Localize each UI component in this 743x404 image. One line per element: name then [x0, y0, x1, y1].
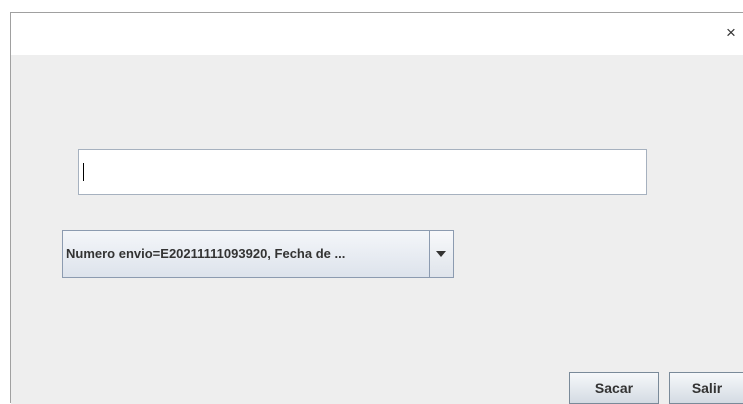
combo-selected-value: Numero envio=E20211111093920, Fecha de .…	[66, 246, 346, 261]
shipment-combo-box[interactable]: Numero envio=E20211111093920, Fecha de .…	[62, 230, 454, 278]
dialog-content: Numero envio=E20211111093920, Fecha de .…	[11, 55, 743, 404]
salir-button[interactable]: Salir	[669, 372, 743, 404]
text-input-field[interactable]	[78, 149, 647, 195]
title-bar: ×	[11, 13, 743, 55]
dialog-window: × Numero envio=E20211111093920, Fecha de…	[10, 12, 743, 404]
combo-dropdown-button[interactable]	[429, 231, 453, 277]
close-icon[interactable]: ×	[726, 23, 743, 45]
chevron-down-icon	[436, 251, 446, 257]
text-caret	[83, 163, 84, 181]
sacar-button[interactable]: Sacar	[569, 372, 659, 404]
